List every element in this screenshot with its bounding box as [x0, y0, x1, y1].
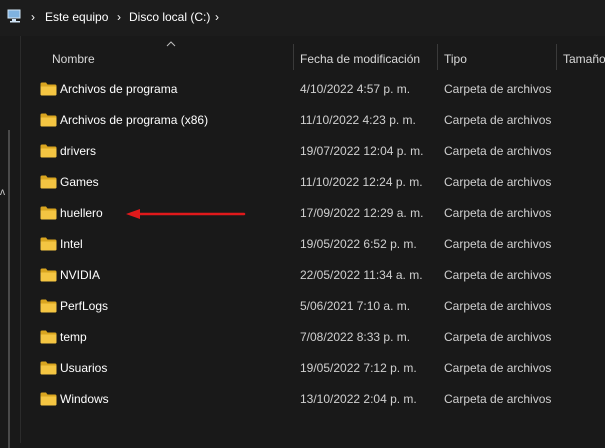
item-type: Carpeta de archivos: [444, 330, 552, 344]
folder-icon: [40, 330, 57, 344]
list-item[interactable]: drivers 19/07/2022 12:04 p. m. Carpeta de …: [21, 136, 605, 167]
item-date-modified: 13/10/2022 2:04 p. m.: [300, 392, 417, 406]
chevron-right-icon[interactable]: ›: [117, 10, 121, 24]
item-type: Carpeta de archivos: [444, 237, 552, 251]
item-date-modified: 7/08/2022 8:33 p. m.: [300, 330, 411, 344]
chevron-right-icon[interactable]: ›: [215, 10, 219, 24]
item-name[interactable]: PerfLogs: [60, 299, 108, 313]
item-date-modified: 17/09/2022 12:29 a. m.: [300, 206, 424, 220]
folder-icon: [40, 175, 57, 189]
list-item[interactable]: temp 7/08/2022 8:33 p. m. Carpeta de archi…: [21, 322, 605, 353]
list-item[interactable]: Archivos de programa (x86) 11/10/2022 4:2…: [21, 105, 605, 136]
list-item[interactable]: Usuarios 19/05/2022 7:12 p. m. Carpeta de …: [21, 353, 605, 384]
item-date-modified: 5/06/2021 7:10 a. m.: [300, 299, 411, 313]
folder-icon: [40, 361, 57, 375]
item-name[interactable]: Intel: [60, 237, 83, 251]
column-divider[interactable]: [293, 44, 294, 70]
folder-icon: [40, 82, 57, 96]
item-date-modified: 4/10/2022 4:57 p. m.: [300, 82, 411, 96]
list-item[interactable]: huellero 17/09/2022 12:29 a. m. Carpeta de…: [21, 198, 605, 229]
item-name[interactable]: huellero: [60, 206, 103, 220]
item-date-modified: 19/05/2022 7:12 p. m.: [300, 361, 417, 375]
folder-icon: [40, 237, 57, 251]
column-header-type[interactable]: Tipo: [444, 52, 467, 66]
item-date-modified: 19/07/2022 12:04 p. m.: [300, 144, 424, 158]
column-divider[interactable]: [437, 44, 438, 70]
item-type: Carpeta de archivos: [444, 82, 552, 96]
item-name[interactable]: drivers: [60, 144, 96, 158]
breadcrumb-este-equipo[interactable]: Este equipo: [45, 9, 108, 25]
item-date-modified: 19/05/2022 6:52 p. m.: [300, 237, 417, 251]
this-pc-icon[interactable]: [7, 9, 23, 23]
item-type: Carpeta de archivos: [444, 299, 552, 313]
pane-marker: ʌ: [0, 187, 5, 198]
column-divider[interactable]: [556, 44, 557, 70]
item-name[interactable]: Archivos de programa: [60, 82, 177, 96]
item-name[interactable]: NVIDIA: [60, 268, 100, 282]
item-type: Carpeta de archivos: [444, 392, 552, 406]
sort-ascending-icon: [166, 41, 176, 47]
column-header-date[interactable]: Fecha de modificación: [300, 52, 420, 66]
list-item[interactable]: Archivos de programa 4/10/2022 4:57 p. m.…: [21, 74, 605, 105]
item-type: Carpeta de archivos: [444, 175, 552, 189]
item-date-modified: 22/05/2022 11:34 a. m.: [300, 268, 423, 282]
folder-icon: [40, 392, 57, 406]
item-name[interactable]: Archivos de programa (x86): [60, 113, 208, 127]
column-header-row: Nombre Fecha de modificación Tipo Tamaño: [21, 41, 605, 74]
item-type: Carpeta de archivos: [444, 144, 552, 158]
folder-icon: [40, 299, 57, 313]
navigation-pane-edge: ʌ: [0, 36, 20, 448]
scrollbar-thumb[interactable]: [8, 130, 10, 448]
folder-icon: [40, 113, 57, 127]
item-type: Carpeta de archivos: [444, 206, 552, 220]
item-date-modified: 11/10/2022 4:23 p. m.: [300, 113, 416, 127]
folder-icon: [40, 268, 57, 282]
folder-icon: [40, 144, 57, 158]
item-type: Carpeta de archivos: [444, 113, 552, 127]
list-item[interactable]: Windows 13/10/2022 2:04 p. m. Carpeta de a…: [21, 384, 605, 415]
list-item[interactable]: PerfLogs 5/06/2021 7:10 a. m. Carpeta de a…: [21, 291, 605, 322]
column-header-size[interactable]: Tamaño: [563, 52, 605, 66]
item-date-modified: 11/10/2022 12:24 p. m.: [300, 175, 423, 189]
item-name[interactable]: temp: [60, 330, 87, 344]
item-type: Carpeta de archivos: [444, 361, 552, 375]
item-name[interactable]: Usuarios: [60, 361, 107, 375]
annotation-arrow: [126, 209, 246, 219]
folder-icon: [40, 206, 57, 220]
item-name[interactable]: Windows: [60, 392, 109, 406]
column-header-name[interactable]: Nombre: [52, 52, 95, 66]
chevron-right-icon[interactable]: ›: [31, 10, 35, 24]
address-bar[interactable]: › Este equipo › Disco local (C:) ›: [0, 0, 605, 36]
list-item[interactable]: Games 11/10/2022 12:24 p. m. Carpeta de ar…: [21, 167, 605, 198]
item-name[interactable]: Games: [60, 175, 99, 189]
list-item[interactable]: Intel 19/05/2022 6:52 p. m. Carpeta de arc…: [21, 229, 605, 260]
breadcrumb-disco-local[interactable]: Disco local (C:): [129, 9, 210, 25]
list-item[interactable]: NVIDIA 22/05/2022 11:34 a. m. Carpeta de a…: [21, 260, 605, 291]
item-type: Carpeta de archivos: [444, 268, 552, 282]
